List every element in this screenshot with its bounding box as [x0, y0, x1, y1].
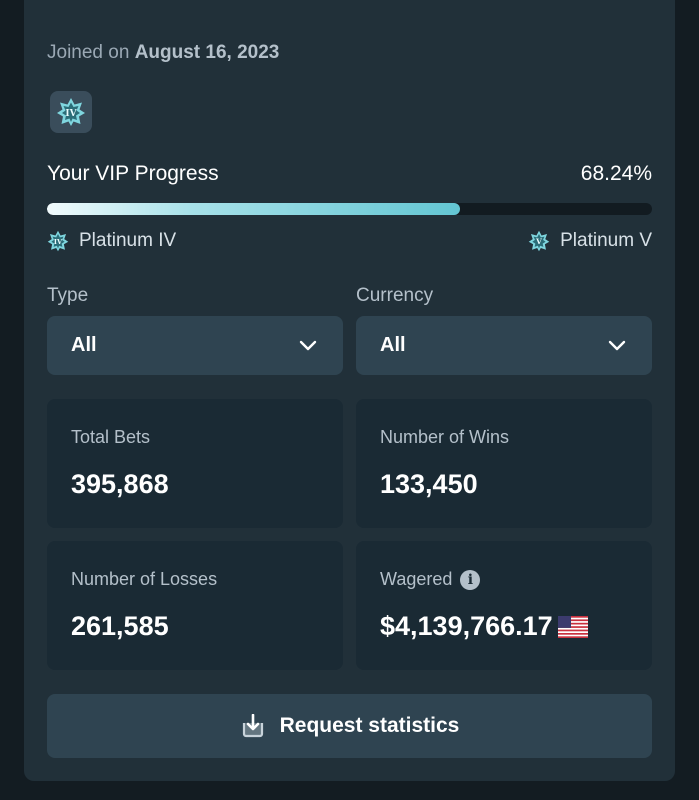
- vip-progress-percent: 68.24%: [580, 162, 652, 185]
- total-bets-label: Total Bets: [71, 427, 151, 447]
- chevron-down-icon: [299, 340, 317, 351]
- next-tier: V Platinum V: [528, 230, 652, 252]
- losses-value: 261,585: [71, 611, 169, 641]
- currency-filter-label: Currency: [356, 285, 434, 306]
- total-bets-card: Total Bets 395,868: [47, 399, 343, 528]
- wins-card: Number of Wins 133,450: [356, 399, 652, 528]
- chevron-down-icon: [608, 340, 626, 351]
- download-icon: [242, 714, 263, 738]
- vip-progress-fill: [47, 203, 460, 215]
- wagered-value-row: $4,139,766.17: [380, 611, 588, 642]
- total-bets-value: 395,868: [71, 469, 169, 499]
- svg-text:IV: IV: [54, 238, 63, 246]
- svg-text:V: V: [535, 237, 542, 246]
- current-tier-label: Platinum IV: [79, 230, 177, 251]
- losses-label: Number of Losses: [71, 569, 218, 589]
- info-icon[interactable]: i: [460, 569, 481, 590]
- vip-badge: IV: [50, 91, 92, 133]
- us-flag-icon: [557, 615, 588, 638]
- wagered-value: $4,139,766.17: [380, 611, 553, 641]
- current-tier: IV Platinum IV: [47, 230, 176, 252]
- request-statistics-button[interactable]: Request statistics: [47, 694, 652, 758]
- joined-date: August 16, 2023: [134, 42, 280, 63]
- vip-progress-title: Your VIP Progress: [47, 162, 219, 185]
- joined-date-text: Joined on August 16, 2023: [47, 42, 279, 64]
- joined-prefix: Joined on: [47, 42, 130, 63]
- next-tier-label: Platinum V: [560, 230, 652, 251]
- wins-label: Number of Wins: [380, 427, 510, 447]
- currency-select[interactable]: All: [356, 316, 652, 375]
- wagered-card: Wagered i $4,139,766.17: [356, 541, 652, 670]
- request-statistics-label: Request statistics: [279, 714, 460, 737]
- losses-card: Number of Losses 261,585: [47, 541, 343, 670]
- type-filter-label: Type: [47, 285, 89, 306]
- vip-progress-bar: [47, 203, 652, 215]
- wins-value: 133,450: [380, 469, 478, 499]
- platinum-iv-badge-icon: IV: [47, 230, 69, 252]
- svg-text:IV: IV: [65, 109, 77, 119]
- type-select-value: All: [71, 334, 97, 356]
- type-select[interactable]: All: [47, 316, 343, 375]
- platinum-v-badge-icon: V: [528, 230, 550, 252]
- wagered-label-row: Wagered i: [380, 569, 481, 590]
- wagered-label: Wagered: [380, 569, 453, 589]
- vip-star-badge-icon: IV: [57, 98, 85, 126]
- currency-select-value: All: [380, 334, 406, 356]
